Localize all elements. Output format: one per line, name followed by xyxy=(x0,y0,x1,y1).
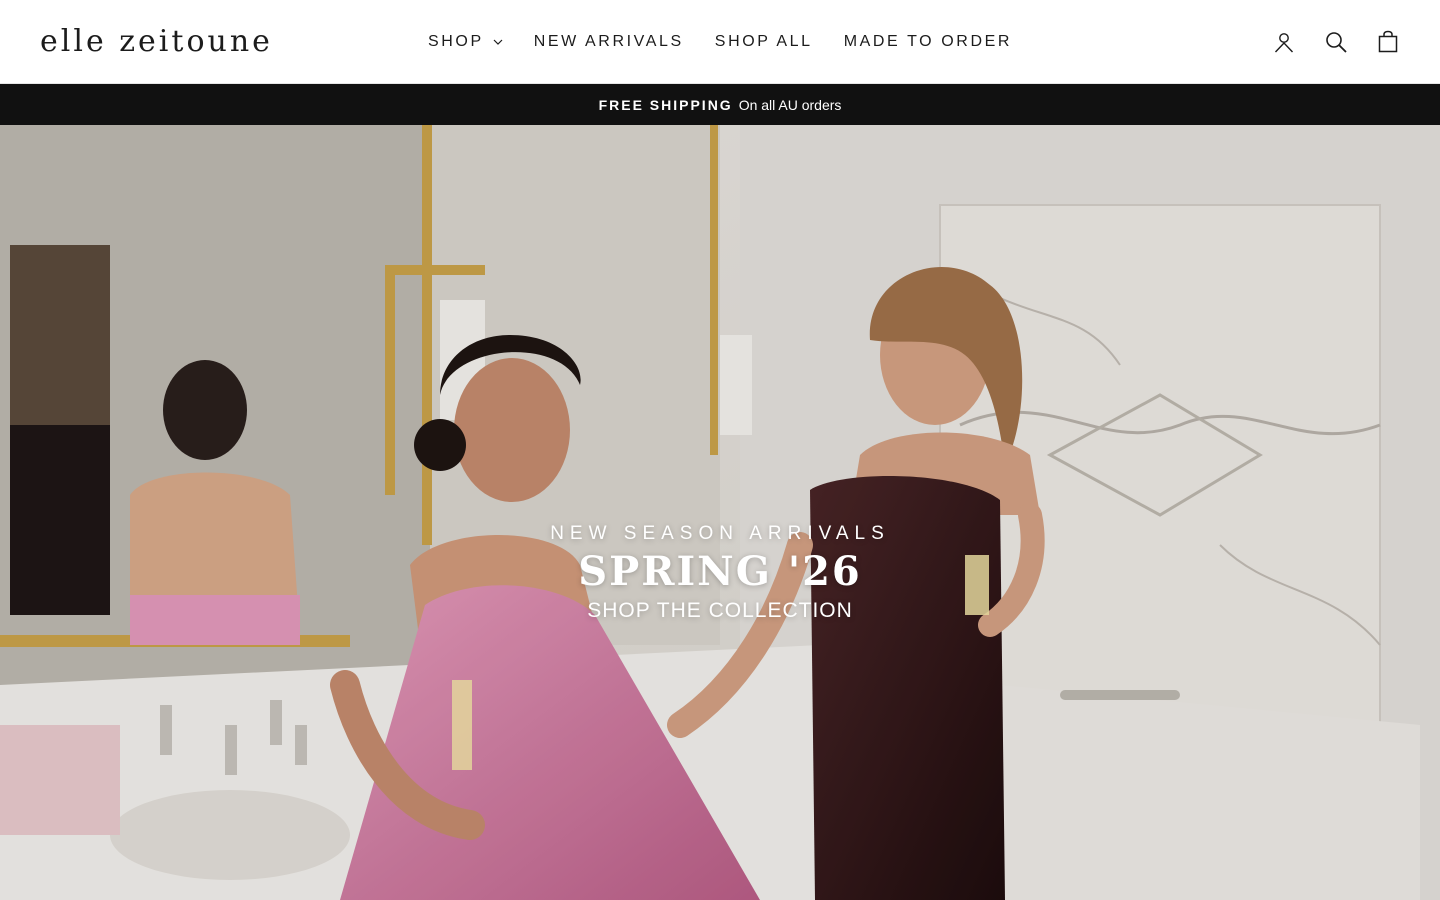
hero-banner[interactable]: NEW SEASON ARRIVALS SPRING '26 SHOP THE … xyxy=(0,125,1440,900)
chevron-down-icon xyxy=(493,39,503,45)
shop-collection-link[interactable]: SHOP THE COLLECTION xyxy=(587,597,853,625)
cart-icon[interactable] xyxy=(1376,30,1400,54)
main-nav: SHOP NEW ARRIVALS SHOP ALL MADE TO ORDER xyxy=(428,28,1012,56)
nav-item-label: SHOP xyxy=(428,33,484,50)
site-header: elle zeitoune SHOP NEW ARRIVALS SHOP ALL… xyxy=(0,0,1440,84)
nav-item-new-arrivals[interactable]: NEW ARRIVALS xyxy=(534,33,684,51)
hero-text: NEW SEASON ARRIVALS SPRING '26 SHOP THE … xyxy=(0,521,1440,625)
nav-item-label: NEW ARRIVALS xyxy=(533,33,684,50)
brand-logo[interactable]: elle zeitoune xyxy=(40,20,273,64)
nav-item-label: SHOP ALL xyxy=(714,33,813,50)
nav-item-label: MADE TO ORDER xyxy=(843,33,1013,50)
nav-item-shop-all[interactable]: SHOP ALL xyxy=(715,33,813,51)
hero-headline: SPRING '26 xyxy=(578,548,862,595)
nav-item-shop[interactable]: SHOP xyxy=(428,33,503,51)
announcement-bar: FREE SHIPPING On all AU orders xyxy=(0,84,1440,125)
hero-image xyxy=(0,125,1440,900)
nav-item-made-to-order[interactable]: MADE TO ORDER xyxy=(844,33,1012,51)
account-icon[interactable] xyxy=(1272,30,1296,54)
announcement-text: On all AU orders xyxy=(738,96,842,113)
hero-eyebrow: NEW SEASON ARRIVALS xyxy=(550,523,890,544)
search-icon[interactable] xyxy=(1324,30,1348,54)
header-icons xyxy=(1272,28,1400,56)
announcement-strong: FREE SHIPPING xyxy=(598,96,733,113)
